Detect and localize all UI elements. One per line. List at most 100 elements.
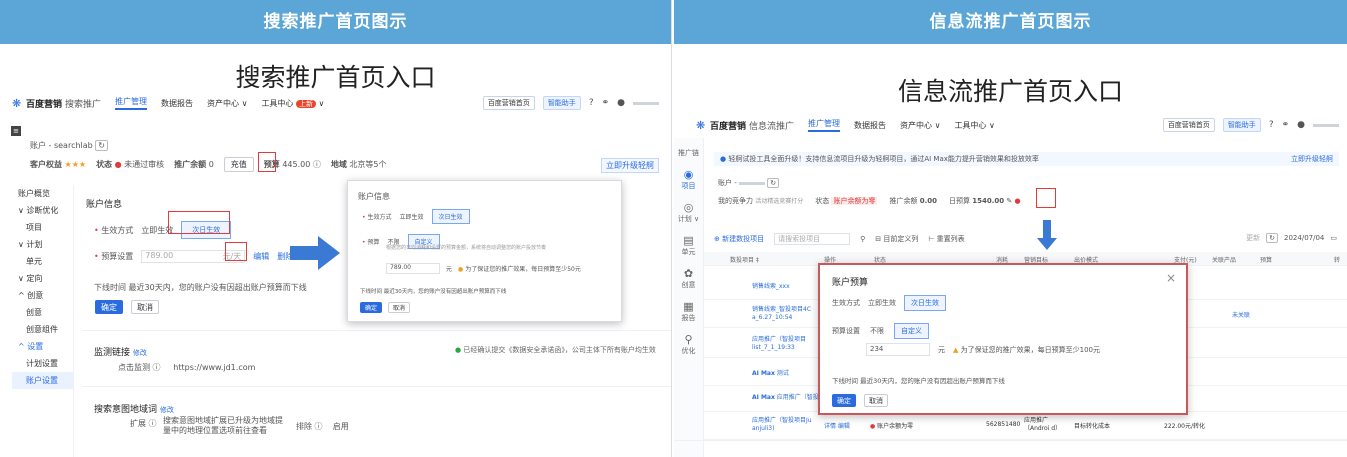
popup-cancel-button[interactable]: 取消 xyxy=(864,394,888,407)
popup-confirm-button[interactable]: 确定 xyxy=(832,394,856,407)
monitor-edit-link[interactable]: 修改 xyxy=(133,349,147,357)
right-toolbar: ⊕ 新建数投项目 请搜索投项目 ⚲ ⊟ 目前定义列 ⊢ 重置列表 xyxy=(714,233,965,245)
link-icon[interactable]: ⚭ xyxy=(1282,120,1290,130)
sidebar-item-project[interactable]: 项目 xyxy=(12,219,73,236)
alert-icon: ● xyxy=(1014,197,1021,205)
region-exclude-row: 排除 ⓘ 启用 xyxy=(296,422,349,431)
rail-item-plan[interactable]: ◎ 计划 ∨ xyxy=(674,201,703,224)
sidebar-item-settings[interactable]: ^ 设置 xyxy=(12,338,73,355)
close-icon[interactable]: × xyxy=(1166,271,1176,285)
right-account-summary: 我的竞争力 活动精选竞赛打分 状态 账户余额为零 推广余额 0.00 日预算 1… xyxy=(718,197,1021,205)
popup-opt-custom[interactable]: 自定义 xyxy=(894,323,929,339)
help-icon[interactable]: ? xyxy=(589,98,594,108)
confirm-button[interactable]: 确定 xyxy=(95,300,123,314)
calendar-icon: ▭ xyxy=(1330,234,1337,242)
nav-tool-center[interactable]: 工具中心 ∨ xyxy=(954,120,994,131)
popup-heading: 账户信息 xyxy=(358,192,390,201)
user-avatar-icon[interactable]: ● xyxy=(1297,120,1305,130)
search-icon[interactable]: ⚲ xyxy=(860,235,865,243)
upgrade-button[interactable]: 立即升级轻舸 xyxy=(601,158,659,173)
popup-amount-input[interactable]: 789.00 xyxy=(386,263,440,274)
sidebar-item-creative-group[interactable]: ^ 创意 xyxy=(12,287,73,304)
account-status: 未通过审核 xyxy=(124,160,165,169)
table-row[interactable]: 应用推广（智投项目Ju anjuli3) 详情 编辑 ● 账户余额为零 56285… xyxy=(704,414,1347,440)
sidebar-item-target[interactable]: ∨ 定向 xyxy=(12,270,73,287)
custom-columns-button[interactable]: ⊟ 目前定义列 xyxy=(875,234,918,244)
edit-pencil-icon[interactable]: ✎ xyxy=(1006,197,1012,205)
search-promotion-panel: 搜索推广首页图示 搜索推广首页入口 ❋ 百度营销 搜索推广 推广管理 数据报告 … xyxy=(0,0,672,457)
popup-confirm-button[interactable]: 确定 xyxy=(360,302,382,313)
region-heading: 搜索意图地域词 修改 xyxy=(94,405,174,415)
user-avatar-icon[interactable]: ● xyxy=(617,98,625,108)
click-monitor-row: 点击监测 ⓘ https://www.jd1.com xyxy=(118,363,256,372)
sidebar-item-plan[interactable]: ∨ 计划 xyxy=(12,236,73,253)
right-arrow-icon xyxy=(290,236,340,270)
project-search-input[interactable]: 请搜索投项目 xyxy=(774,233,851,245)
left-logo[interactable]: ❋ 百度营销 搜索推广 xyxy=(12,97,101,110)
sidebar-item-plan-settings[interactable]: 计划设置 xyxy=(12,355,73,372)
new-project-button[interactable]: ⊕ 新建数投项目 xyxy=(714,234,764,244)
refresh-icon[interactable]: ↻ xyxy=(767,178,780,188)
refresh-icon[interactable]: ↻ xyxy=(95,140,108,151)
region-edit-link[interactable]: 修改 xyxy=(160,406,174,414)
popup-effect-next[interactable]: 次日生效 xyxy=(904,295,946,311)
divider xyxy=(82,386,671,387)
right-page-title: 信息流推广首页入口 xyxy=(897,77,1123,106)
popup-cancel-button[interactable]: 取消 xyxy=(388,302,410,313)
popup-effect-next[interactable]: 次日生效 xyxy=(431,209,470,224)
menu-toggle-icon[interactable]: ≡ xyxy=(11,126,21,136)
left-banner: 搜索推广首页图示 xyxy=(0,0,671,44)
rail-item-creative[interactable]: ✿ 创意 xyxy=(674,267,703,290)
right-logo[interactable]: ❋ 百度营销 信息流推广 xyxy=(696,119,794,132)
sidebar-item-creative-component[interactable]: 创意组件 xyxy=(12,321,73,338)
right-homepage-pill[interactable]: 百度营销首页 xyxy=(1162,118,1215,132)
popup-opt-none[interactable]: 不限 xyxy=(870,326,884,336)
nav-asset-center[interactable]: 资产中心 ∨ xyxy=(207,98,247,109)
rail-item-project[interactable]: ◉ 项目 xyxy=(674,168,703,191)
security-notice: ● 已经确认提交《数据安全承诺函》，公司主体下所有账户均生效 xyxy=(455,346,656,354)
popup-desc: 根据您的日均消耗和设置的预算金额，系统将自动调整您的账户投放节奏 xyxy=(386,245,547,251)
popup-amount-input[interactable]: 234 xyxy=(866,343,930,356)
nav-data-report[interactable]: 数据报告 xyxy=(161,98,193,109)
right-account-name: 账户 - ↻ xyxy=(718,178,780,188)
nav-promotion-manage[interactable]: 推广管理 xyxy=(115,96,148,110)
sidebar-item-creative[interactable]: 创意 xyxy=(12,304,73,321)
sidebar-item-diagnose[interactable]: ∨ 诊断优化 xyxy=(12,202,73,219)
right-assistant-pill[interactable]: 智能助手 xyxy=(1222,118,1261,132)
sidebar-item-unit[interactable]: 单元 xyxy=(12,253,73,270)
region-expand-text: 搜索意图地域扩展已升级为地域提 量中的地理位置选项前往查看 xyxy=(163,416,283,435)
budget-edit-link[interactable]: 编辑 xyxy=(253,251,269,262)
popup-effect-now[interactable]: 立即生效 xyxy=(399,212,423,221)
left-homepage-pill[interactable]: 百度营销首页 xyxy=(482,96,535,110)
refresh-icon[interactable]: ↻ xyxy=(1266,233,1279,243)
click-monitor-url: https://www.jd1.com xyxy=(173,363,256,372)
upgrade-link[interactable]: 立即升级轻舸 xyxy=(1291,154,1333,164)
popup-note: 下线时间 最近30天内，您的账户没有因超出账户预算而下线 xyxy=(832,377,1005,385)
region-expand-label: 扩展 ⓘ xyxy=(130,419,157,428)
rail-item-unit[interactable]: ▤ 单元 xyxy=(674,234,703,257)
right-budget-value: 1540.00 xyxy=(972,197,1005,205)
reset-list-button[interactable]: ⊢ 重置列表 xyxy=(928,234,964,244)
popup-effect-now[interactable]: 立即生效 xyxy=(868,298,896,308)
sidebar-item-overview[interactable]: 账户概览 xyxy=(12,185,73,202)
nav-data-report[interactable]: 数据报告 xyxy=(854,120,886,131)
rail-item-report[interactable]: ▦ 报告 xyxy=(674,300,703,323)
account-summary: 客户权益 ★★★ 状态 ● 未通过审核 推广余额 0 充值 预算 445.00 … xyxy=(30,157,387,172)
link-icon[interactable]: ⚭ xyxy=(602,98,610,108)
nav-promotion-manage[interactable]: 推广管理 xyxy=(808,118,841,132)
date-picker[interactable]: 更新 ↻ 2024/07/04 ▭ xyxy=(1246,233,1337,243)
left-assistant-pill[interactable]: 智能助手 xyxy=(542,96,581,110)
recharge-button[interactable]: 充值 xyxy=(223,157,254,172)
help-icon[interactable]: ? xyxy=(1269,120,1274,130)
left-sidebar: 账户概览 ∨ 诊断优化 项目 ∨ 计划 单元 ∨ 定向 ^ 创意 创意 创意组件… xyxy=(12,185,74,457)
nav-asset-center[interactable]: 资产中心 ∨ xyxy=(900,120,940,131)
left-rail: 推广链 ◉ 项目 ◎ 计划 ∨ ▤ 单元 ✿ 创意 ▦ 报告 ⚲ 优化 xyxy=(674,138,704,457)
username-blur xyxy=(633,101,659,105)
rail-item-chain[interactable]: 推广链 xyxy=(674,148,703,158)
comparison-canvas: 搜索推广首页图示 搜索推广首页入口 ❋ 百度营销 搜索推广 推广管理 数据报告 … xyxy=(0,0,1347,457)
budget-value: 445.00 xyxy=(282,160,311,169)
rail-item-optimize[interactable]: ⚲ 优化 xyxy=(674,333,703,356)
nav-tool-center[interactable]: 工具中心 上新 ∨ xyxy=(261,98,324,109)
sidebar-item-account-settings[interactable]: 账户设置 xyxy=(12,372,73,389)
cancel-button[interactable]: 取消 xyxy=(131,300,159,314)
